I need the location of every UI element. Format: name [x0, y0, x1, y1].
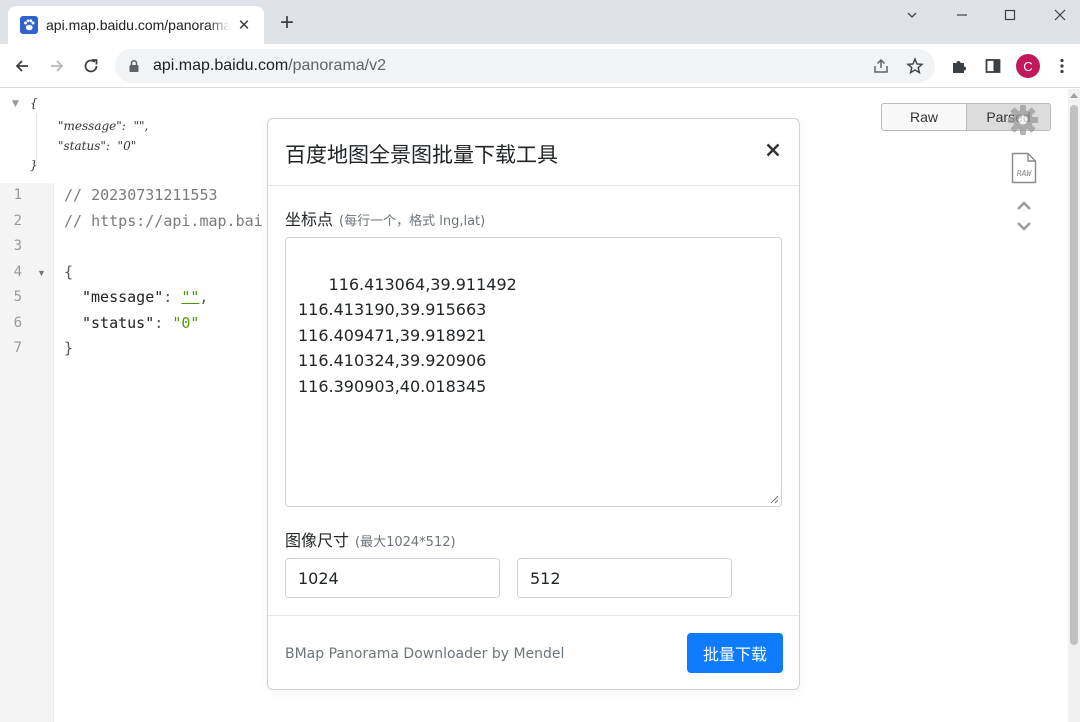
- page-content: ▼ { "message": "", "status": "0" } 1 2 3…: [0, 89, 1068, 722]
- minimize-button[interactable]: [938, 0, 986, 30]
- coords-hint: (每行一个，格式 lng,lat): [339, 214, 486, 229]
- reload-icon[interactable]: [77, 52, 105, 80]
- forward-arrow-icon[interactable]: [43, 52, 71, 80]
- code-line: }: [64, 339, 74, 357]
- extensions-puzzle-icon[interactable]: [947, 54, 971, 78]
- height-input[interactable]: 512: [517, 558, 732, 598]
- share-icon[interactable]: [871, 56, 891, 76]
- size-hint: (最大1024*512): [355, 535, 456, 550]
- line-number: 7: [13, 340, 22, 356]
- chevron-up-icon[interactable]: [1016, 201, 1032, 211]
- line-number: 3: [13, 238, 22, 254]
- raw-file-icon[interactable]: RAW: [1011, 152, 1037, 184]
- tree-line: "message": "",: [58, 119, 149, 133]
- size-label: 图像尺寸 (最大1024*512): [285, 531, 456, 550]
- browser-toolbar: api.map.baidu.com/panorama/v2 C: [0, 44, 1080, 88]
- code-line: // 20230731211553: [64, 186, 218, 204]
- coords-textarea[interactable]: 116.413064,39.911492 116.413190,39.91566…: [285, 237, 782, 507]
- code-line: {: [64, 263, 74, 281]
- line-number: 5: [13, 289, 22, 305]
- line-number: 6: [13, 315, 22, 331]
- lock-icon: [129, 59, 139, 72]
- fold-arrow-icon[interactable]: ▼: [37, 268, 46, 278]
- json-tree-view: ▼ { "message": "", "status": "0" }: [0, 89, 260, 183]
- code-line: "message": "",: [82, 288, 209, 306]
- modal-title: 百度地图全景图批量下载工具: [285, 143, 558, 167]
- tab-search-icon[interactable]: [888, 0, 936, 30]
- svg-text:RAW: RAW: [1017, 169, 1033, 178]
- raw-view-button[interactable]: Raw: [881, 103, 967, 131]
- bookmark-star-icon[interactable]: [905, 56, 925, 76]
- modal-header: 百度地图全景图批量下载工具: [268, 119, 799, 186]
- menu-kebab-icon[interactable]: [1050, 54, 1074, 78]
- width-input[interactable]: 1024: [285, 558, 500, 598]
- credit-text: BMap Panorama Downloader by Mendel: [285, 646, 565, 662]
- settings-gear-icon[interactable]: [1006, 103, 1040, 137]
- profile-avatar[interactable]: C: [1016, 54, 1040, 78]
- tree-line: {: [30, 96, 38, 110]
- line-number: 4: [13, 264, 22, 280]
- code-line: "status": "0": [82, 314, 200, 332]
- tab-title: api.map.baidu.com/panorama/v2: [46, 17, 230, 33]
- back-arrow-icon[interactable]: [8, 52, 36, 80]
- modal-footer: BMap Panorama Downloader by Mendel 批量下载: [268, 615, 799, 689]
- tree-line: "status": "0": [58, 139, 137, 153]
- address-bar[interactable]: api.map.baidu.com/panorama/v2: [115, 49, 935, 83]
- baidu-paw-icon: [20, 16, 38, 34]
- batch-download-button[interactable]: 批量下载: [687, 633, 783, 673]
- tree-collapse-icon[interactable]: ▼: [12, 99, 19, 109]
- resize-grip-icon[interactable]: [770, 495, 779, 504]
- editor-gutter: 1 2 3 4 ▼ 5 6 7: [0, 183, 54, 722]
- chevron-down-icon[interactable]: [1016, 221, 1032, 231]
- new-tab-button[interactable]: +: [276, 11, 298, 35]
- panorama-downloader-modal: 百度地图全景图批量下载工具 坐标点 (每行一个，格式 lng,lat) 116.4…: [267, 118, 800, 690]
- side-panel-icon[interactable]: [981, 54, 1005, 78]
- tab-strip: api.map.baidu.com/panorama/v2 ✕ +: [0, 0, 1080, 44]
- close-window-button[interactable]: [1036, 0, 1080, 30]
- coords-value: 116.413064,39.911492 116.413190,39.91566…: [298, 274, 517, 396]
- tree-line: }: [30, 158, 38, 172]
- line-number: 2: [13, 213, 22, 229]
- maximize-button[interactable]: [986, 0, 1034, 30]
- coords-label: 坐标点 (每行一个，格式 lng,lat): [285, 210, 486, 229]
- tab-close-icon[interactable]: ✕: [234, 15, 254, 35]
- code-line: // https://api.map.bai: [64, 212, 263, 230]
- page-scrollbar[interactable]: [1068, 89, 1080, 722]
- line-number: 1: [13, 187, 22, 203]
- browser-tab[interactable]: api.map.baidu.com/panorama/v2 ✕: [8, 6, 264, 44]
- url-text: api.map.baidu.com/panorama/v2: [153, 57, 387, 74]
- close-icon[interactable]: [762, 139, 784, 161]
- scroll-thumb[interactable]: [1070, 105, 1078, 645]
- scroll-up-arrow-icon[interactable]: [1070, 93, 1078, 98]
